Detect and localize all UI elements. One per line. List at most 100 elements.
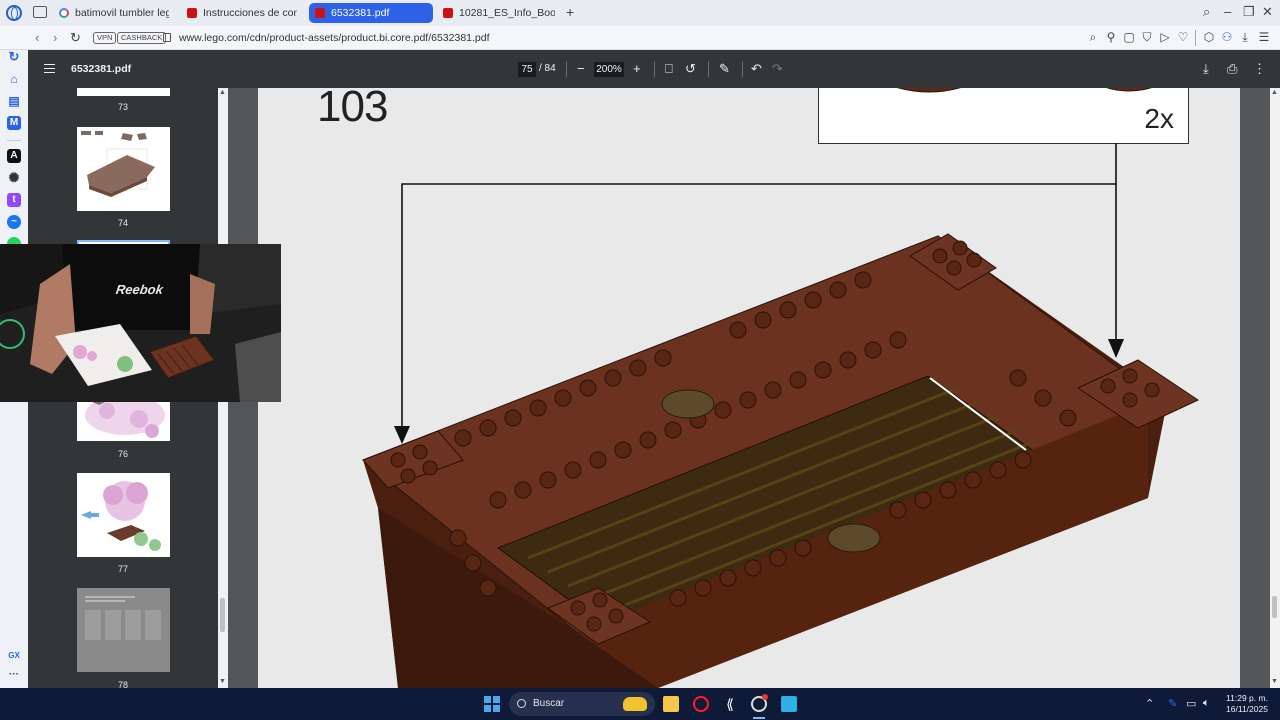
- zoom-in-button[interactable]: +: [633, 60, 641, 78]
- snapshot-icon[interactable]: ▢: [1123, 31, 1135, 44]
- opera-taskbar-icon[interactable]: [693, 696, 709, 712]
- thumbnail-77-art: [81, 481, 161, 551]
- vpn-badge[interactable]: VPN: [93, 32, 117, 44]
- menu-icon[interactable]: [44, 64, 55, 73]
- tab-menu-icon[interactable]: [33, 6, 47, 18]
- twitch-icon[interactable]: t: [7, 193, 21, 207]
- tab-title: 6532381.pdf: [331, 7, 390, 19]
- fit-page-icon[interactable]: ⎕: [665, 60, 673, 78]
- thumbnail-77[interactable]: [77, 473, 170, 557]
- extensions-icon[interactable]: ⬡: [1203, 31, 1215, 44]
- minimize-button[interactable]: –: [1224, 4, 1231, 19]
- back-button[interactable]: ‹: [35, 30, 39, 45]
- opera-logo-icon[interactable]: [6, 5, 22, 21]
- thumbnail-78[interactable]: [77, 588, 170, 672]
- zoom-out-button[interactable]: −: [577, 60, 585, 78]
- tab-instructions[interactable]: Instrucciones de constru: [181, 3, 303, 23]
- clock-date: 16/11/2025: [1226, 704, 1268, 714]
- lego-icon: [443, 8, 453, 18]
- volume-icon[interactable]: 🔈︎: [1203, 697, 1210, 710]
- thumbnail-74-art: [81, 131, 155, 197]
- tray-overflow-icon[interactable]: ⌃: [1145, 697, 1154, 710]
- sidebar-divider: [7, 140, 21, 141]
- taskbar-search[interactable]: Buscar: [509, 692, 655, 716]
- windows-taskbar: Buscar ⟪ ⌃ ✎ ▭ 🔈︎ 11:29 p. m. 16/11/2025: [0, 688, 1280, 720]
- tray-app-icon[interactable]: ✎: [1168, 697, 1177, 710]
- tab-pdf-active[interactable]: 6532381.pdf: [309, 3, 433, 23]
- tab-title: 10281_ES_Info_Booklet.pd: [459, 7, 555, 19]
- undo-icon[interactable]: ↶: [751, 60, 762, 78]
- network-icon[interactable]: ▭: [1186, 697, 1196, 710]
- easy-setup-icon[interactable]: ☰: [1258, 31, 1270, 44]
- print-icon[interactable]: ⎙: [1227, 60, 1237, 78]
- zoom-icon[interactable]: ⌕: [1087, 31, 1099, 44]
- scroll-down-arrow[interactable]: ▼: [219, 678, 226, 685]
- toolbar-separator: [708, 61, 709, 77]
- download-pdf-icon[interactable]: ⤓: [1203, 60, 1209, 78]
- close-window-button[interactable]: ✕: [1262, 4, 1273, 20]
- aria-icon[interactable]: ↻: [7, 50, 21, 64]
- thumbnail-label: 78: [117, 680, 128, 688]
- zoom-input[interactable]: 200%: [594, 62, 624, 77]
- new-tab-button[interactable]: +: [566, 4, 574, 20]
- pin-icon[interactable]: ⚲: [1105, 31, 1117, 44]
- clock-time: 11:29 p. m.: [1226, 693, 1268, 703]
- scroll-thumb[interactable]: [220, 598, 225, 632]
- file-explorer-icon[interactable]: [663, 696, 679, 712]
- messenger-icon[interactable]: ~: [7, 215, 21, 229]
- start-button[interactable]: [484, 696, 500, 712]
- thumbnail-73[interactable]: [77, 88, 170, 96]
- reload-button[interactable]: ↻: [70, 30, 81, 46]
- pdf-toolbar: 6532381.pdf 75 / 84 − 200% + ⎕ ↺ ✎ ↶ ↷ ⤓…: [28, 50, 1280, 88]
- tabs-sidebar-icon[interactable]: ▤: [7, 94, 21, 108]
- workspace-icon[interactable]: ⌂: [7, 72, 21, 86]
- gx-icon[interactable]: GX: [7, 649, 21, 663]
- lock-icon[interactable]: [163, 33, 171, 42]
- page-number-input[interactable]: 75: [518, 62, 536, 77]
- tab-info-booklet[interactable]: 10281_ES_Info_Booklet.pd: [437, 3, 561, 23]
- more-options-icon[interactable]: ⋮: [1253, 60, 1266, 78]
- mail-icon[interactable]: M: [7, 116, 21, 130]
- heart-icon[interactable]: ♡: [1177, 31, 1189, 44]
- tab-google-search[interactable]: batimovil tumbler lego - B: [53, 3, 175, 23]
- tab-title: batimovil tumbler lego - B: [75, 7, 169, 19]
- toolbar-divider: [1195, 30, 1196, 46]
- account-icon[interactable]: ⚇: [1221, 31, 1233, 44]
- toolbar-separator: [654, 61, 655, 77]
- scroll-down-arrow[interactable]: ▼: [1271, 678, 1278, 685]
- download-icon[interactable]: ⤓: [1239, 31, 1251, 44]
- play-icon[interactable]: ▷: [1159, 31, 1171, 44]
- forward-button[interactable]: ›: [53, 30, 57, 45]
- notepad-icon[interactable]: [781, 696, 797, 712]
- document-title: 6532381.pdf: [71, 63, 132, 75]
- app-a-icon[interactable]: A: [7, 149, 21, 163]
- arrow-right-icon: [1108, 339, 1124, 358]
- search-placeholder: Buscar: [533, 698, 565, 709]
- address-bar: ‹ › ↻ VPN CASHBACK www.lego.com/cdn/prod…: [0, 26, 1280, 50]
- url-field[interactable]: www.lego.com/cdn/product-assets/product.…: [179, 32, 490, 44]
- rotate-icon[interactable]: ↺: [685, 60, 696, 78]
- shield-icon[interactable]: ⛉: [1141, 31, 1153, 44]
- annotate-icon[interactable]: ✎: [719, 60, 730, 78]
- clock[interactable]: 11:29 p. m. 16/11/2025: [1222, 693, 1272, 715]
- scroll-up-arrow[interactable]: ▲: [1271, 89, 1278, 96]
- restore-button[interactable]: ❐: [1243, 4, 1255, 20]
- thumbnail-74[interactable]: [77, 127, 170, 211]
- active-app-indicator: [753, 717, 765, 719]
- pdf-page[interactable]: 103 2x: [258, 88, 1240, 688]
- sidebar-more-icon[interactable]: ···: [7, 668, 21, 682]
- viewer-scrollbar[interactable]: ▲ ▼: [1270, 88, 1280, 688]
- redo-icon[interactable]: ↷: [772, 60, 783, 78]
- cashback-badge[interactable]: CASHBACK: [117, 32, 167, 44]
- chatgpt-icon[interactable]: ✺: [7, 171, 21, 185]
- scroll-up-arrow[interactable]: ▲: [219, 89, 226, 96]
- search-tabs-icon[interactable]: ⌕: [1203, 4, 1210, 20]
- lego-icon: [187, 8, 197, 18]
- page-total: / 84: [539, 63, 556, 74]
- scroll-thumb[interactable]: [1272, 596, 1277, 618]
- capcut-icon[interactable]: ⟪: [722, 696, 738, 712]
- lego-icon: [315, 8, 325, 18]
- taco-widget-icon[interactable]: [623, 697, 647, 711]
- webcam-image: [0, 244, 281, 402]
- thumbnail-label: 73: [117, 102, 128, 112]
